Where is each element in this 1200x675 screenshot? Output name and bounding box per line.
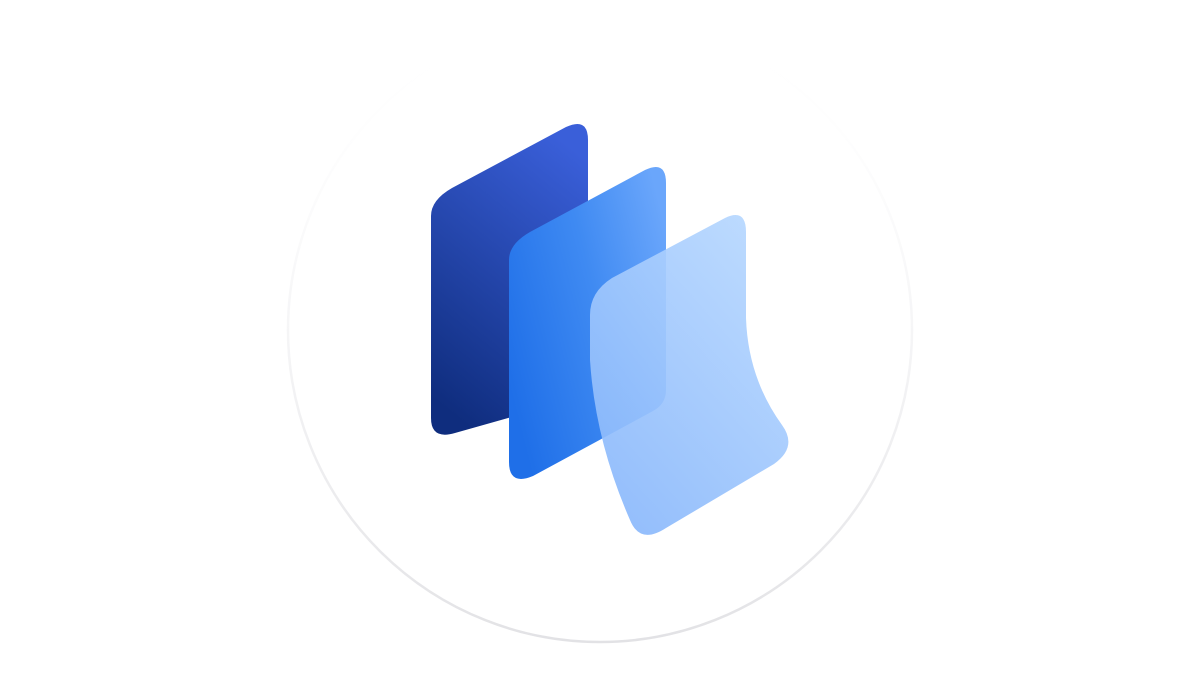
stacked-layers-logo-icon xyxy=(286,16,914,644)
app-icon-canvas xyxy=(0,0,1200,675)
